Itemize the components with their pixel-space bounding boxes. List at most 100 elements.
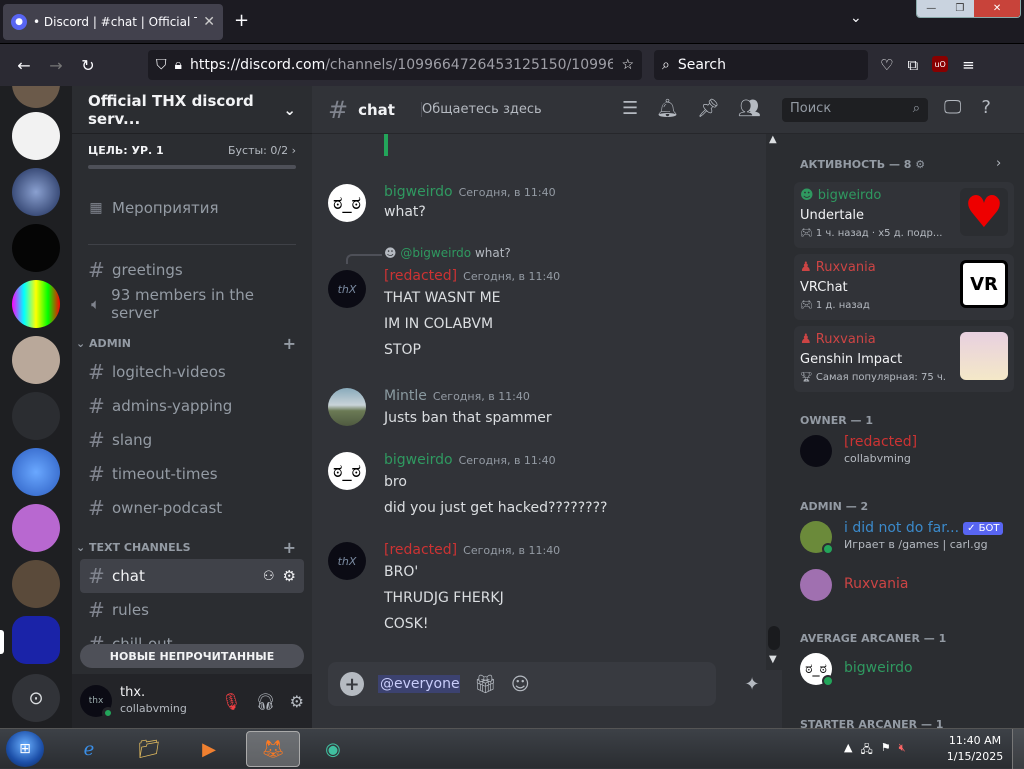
- reload-icon[interactable]: ↻: [72, 56, 104, 75]
- menu-icon[interactable]: ≡: [962, 56, 975, 74]
- attach-plus-icon[interactable]: +: [340, 672, 364, 696]
- channel-topic[interactable]: Общаетесь здесь: [420, 102, 542, 117]
- server-icon[interactable]: [12, 392, 60, 440]
- activity-card[interactable]: ☻ bigweirdo Undertale 🎮︎ 1 ч. назад · x5…: [794, 182, 1014, 248]
- avatar[interactable]: thx: [80, 685, 114, 719]
- user-info[interactable]: thx. collabvming: [120, 685, 213, 717]
- firefox-icon[interactable]: 🦊︎: [246, 731, 300, 767]
- scrollbar-thumb[interactable]: [768, 626, 780, 650]
- file-explorer-icon[interactable]: 📁︎: [122, 731, 176, 767]
- avatar[interactable]: thX: [328, 542, 366, 580]
- members-icon[interactable]: 👥︎: [738, 98, 761, 119]
- back-arrow-icon[interactable]: ←: [8, 56, 40, 75]
- channel-search-input[interactable]: Поиск ⌕: [782, 98, 928, 122]
- channel-admins-yapping[interactable]: # admins-yapping: [80, 389, 304, 423]
- avatar[interactable]: ಠ_ಠ: [328, 184, 366, 222]
- gear-icon[interactable]: ⚙: [915, 158, 925, 171]
- network-icon[interactable]: 🖧︎: [860, 741, 872, 760]
- channel-timeout-times[interactable]: # timeout-times: [80, 457, 304, 491]
- message-author[interactable]: Mintle: [384, 388, 427, 404]
- avatar[interactable]: [328, 388, 366, 426]
- server-name-header[interactable]: Official THX discord serv... ⌄: [72, 86, 312, 134]
- gear-icon[interactable]: ⚙: [290, 692, 304, 711]
- message-author[interactable]: bigweirdo: [384, 452, 453, 468]
- server-icon[interactable]: [12, 112, 60, 160]
- media-player-icon[interactable]: ▶: [182, 731, 236, 767]
- flag-icon[interactable]: ⚑: [881, 741, 891, 760]
- server-icon[interactable]: [12, 448, 60, 496]
- server-icon[interactable]: [12, 280, 60, 328]
- show-desktop-button[interactable]: [1012, 729, 1024, 769]
- close-tab-icon[interactable]: ✕: [203, 14, 215, 30]
- headphones-icon[interactable]: 🎧︎: [255, 692, 275, 711]
- server-icon-selected[interactable]: [12, 616, 60, 664]
- inbox-icon[interactable]: 🖵︎: [944, 97, 961, 118]
- show-hidden-icons-icon[interactable]: ▲: [844, 741, 852, 760]
- browser-search-field[interactable]: ⌕ Search: [654, 50, 868, 80]
- server-icon[interactable]: [12, 336, 60, 384]
- server-icon[interactable]: [12, 504, 60, 552]
- emoji-icon[interactable]: ☺: [511, 674, 530, 695]
- pocket-icon[interactable]: ♡: [880, 56, 893, 74]
- message-author[interactable]: [redacted]: [384, 542, 457, 558]
- close-window-button[interactable]: ✕: [974, 0, 1020, 17]
- message-input[interactable]: @everyone: [378, 675, 460, 693]
- reply-text[interactable]: what?: [475, 246, 511, 260]
- activity-card[interactable]: ♟︎ Ruxvania VRChat 🎮︎ 1 д. назад VR: [794, 254, 1014, 320]
- channel-chat[interactable]: # chat ⚇ ⚙: [80, 559, 304, 593]
- gear-icon[interactable]: ⚙: [283, 567, 296, 585]
- scroll-up-icon[interactable]: ▲: [769, 134, 777, 145]
- browser-tab[interactable]: ● • Discord | #chat | Official THX ✕: [3, 4, 223, 40]
- message-author[interactable]: bigweirdo: [384, 184, 453, 200]
- reply-author[interactable]: @bigweirdo: [400, 246, 471, 260]
- events-item[interactable]: ▦ Мероприятия: [80, 191, 304, 225]
- pin-icon[interactable]: 📌︎: [697, 98, 720, 119]
- channel-greetings[interactable]: # greetings: [80, 253, 304, 287]
- url-bar[interactable]: ⛉ 🔒︎ https://discord.com/channels/109966…: [148, 50, 642, 80]
- url-text[interactable]: https://discord.com/channels/10996647264…: [190, 57, 613, 73]
- microphone-muted-icon[interactable]: 🎙︎: [221, 692, 241, 711]
- scroll-down-icon[interactable]: ▼: [769, 654, 777, 665]
- list-tabs-chevron-icon[interactable]: ⌄: [850, 10, 862, 26]
- message-scrollbar[interactable]: ▲ ▼: [766, 134, 782, 670]
- start-button[interactable]: ⊞: [6, 731, 44, 767]
- help-icon[interactable]: ?: [981, 97, 991, 118]
- shield-icon[interactable]: ⛉: [156, 57, 167, 73]
- category-text-channels[interactable]: ⌄ TEXT CHANNELS +: [72, 535, 312, 559]
- add-channel-icon[interactable]: +: [283, 538, 296, 557]
- activity-card[interactable]: ♟︎ Ruxvania Genshin Impact 🏆︎ Самая попу…: [794, 326, 1014, 392]
- category-admin[interactable]: ⌄ ADMIN +: [72, 331, 312, 355]
- member-item[interactable]: ಠ_ಠ bigweirdo: [800, 648, 1010, 690]
- forward-arrow-icon[interactable]: →: [40, 56, 72, 75]
- bell-icon[interactable]: 🔔︎: [656, 98, 679, 119]
- server-icon[interactable]: [12, 560, 60, 608]
- channel-owner-podcast[interactable]: # owner-podcast: [80, 491, 304, 525]
- lock-icon[interactable]: 🔒︎: [175, 57, 182, 73]
- chevron-right-icon[interactable]: ›: [996, 156, 1001, 171]
- threads-icon[interactable]: ☰: [622, 98, 638, 119]
- internet-explorer-icon[interactable]: ℯ: [62, 731, 116, 767]
- ublock-icon[interactable]: uO: [932, 56, 949, 72]
- channel-logitech-videos[interactable]: # logitech-videos: [80, 355, 304, 389]
- bookmark-star-icon[interactable]: ☆: [621, 57, 634, 73]
- avatar[interactable]: thX: [328, 270, 366, 308]
- server-icon[interactable]: [12, 168, 60, 216]
- add-channel-icon[interactable]: +: [283, 334, 296, 353]
- member-item[interactable]: i did not do far... ✓ БОТ Играет в /games…: [800, 516, 1010, 558]
- boost-goal[interactable]: ЦЕЛЬ: УР. 1 Бусты: 0/2 ›: [72, 134, 312, 157]
- channel-slang[interactable]: # slang: [80, 423, 304, 457]
- extensions-icon[interactable]: ⧉: [907, 56, 918, 74]
- volume-muted-icon[interactable]: 🔇︎: [899, 741, 906, 760]
- server-icon[interactable]: [12, 224, 60, 272]
- message-author[interactable]: [redacted]: [384, 268, 457, 284]
- invite-icon[interactable]: ⚇: [263, 569, 275, 584]
- channel-member-count[interactable]: 🔈︎ 93 members in the server: [80, 286, 304, 322]
- member-item[interactable]: Ruxvania: [800, 564, 1010, 606]
- avatar[interactable]: ಠ_ಠ: [328, 452, 366, 490]
- new-unreads-button[interactable]: НОВЫЕ НЕПРОЧИТАННЫЕ: [80, 644, 304, 668]
- server-icon[interactable]: [12, 86, 60, 108]
- restore-button[interactable]: ❐: [945, 0, 975, 17]
- app-icon[interactable]: ◉: [306, 731, 360, 767]
- gift-icon[interactable]: 🎁︎: [474, 674, 497, 695]
- member-item[interactable]: [redacted] collabvming: [800, 430, 1010, 472]
